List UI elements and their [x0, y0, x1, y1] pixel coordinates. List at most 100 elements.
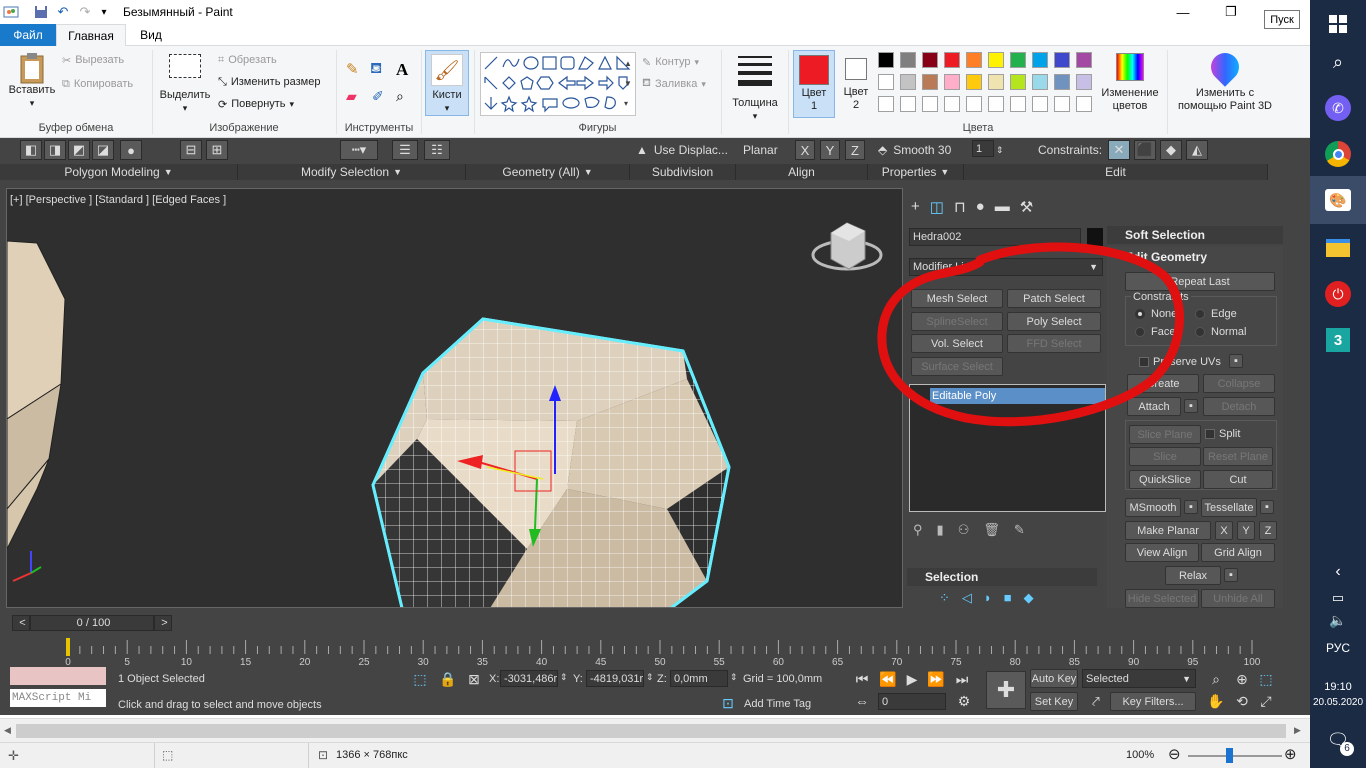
palette-swatch[interactable] — [988, 74, 1004, 90]
split-checkbox[interactable]: Split — [1205, 428, 1240, 440]
perspective-viewport[interactable] — [6, 188, 903, 608]
time-tag-icon[interactable]: ⊡ — [718, 693, 738, 713]
y-coordinate-field[interactable]: -4819,031r — [586, 670, 644, 687]
absolute-mode-icon[interactable]: ⊠ — [464, 669, 484, 689]
align-y-button[interactable]: Y — [820, 140, 840, 160]
panel-edit[interactable]: Edit — [964, 164, 1268, 180]
3dsmax-icon[interactable]: 3 — [1310, 316, 1366, 364]
align-z-button[interactable]: Z — [845, 140, 865, 160]
maxscript-mini-listener[interactable]: MAXScript Mi — [10, 689, 106, 707]
panel-geometry[interactable]: Geometry (All) ▼ — [466, 164, 630, 180]
panel-modify-selection[interactable]: Modify Selection ▼ — [238, 164, 466, 180]
msmooth-button[interactable]: MSmooth — [1125, 498, 1181, 517]
goto-end-icon[interactable]: ⏭ — [952, 669, 972, 689]
detach-button[interactable]: Detach — [1203, 397, 1275, 416]
crop-button[interactable]: ⌗ Обрезать — [218, 50, 277, 70]
tessellate-button[interactable]: Tessellate — [1201, 498, 1257, 517]
scroll-thumb[interactable] — [16, 724, 1286, 738]
zoom-extents-icon[interactable]: ⬚ — [1256, 669, 1276, 689]
time-slider[interactable]: 0 / 100 — [30, 615, 154, 631]
palette-swatch[interactable] — [966, 52, 982, 68]
cut-button[interactable]: ✂ Вырезать — [62, 50, 124, 70]
auto-key-button[interactable]: Auto Key — [1030, 669, 1078, 688]
palette-swatch[interactable] — [1076, 74, 1092, 90]
configure-sets-icon[interactable]: ✎ — [1014, 522, 1025, 542]
make-planar-button[interactable]: Make Planar — [1125, 521, 1211, 540]
minimize-icon[interactable]: — — [1160, 0, 1206, 24]
element-level-icon[interactable]: ◆ — [1024, 590, 1034, 608]
color2-button[interactable]: Цвет 2 — [838, 50, 874, 118]
max-tool-icon[interactable]: ● — [120, 140, 142, 160]
constraint-edge-radio[interactable]: Edge — [1195, 308, 1237, 320]
planar-button[interactable]: Planar — [743, 140, 778, 160]
selection-rollout-header[interactable]: Selection — [907, 568, 1097, 586]
palette-swatch[interactable] — [1032, 74, 1048, 90]
palette-swatch[interactable] — [966, 96, 982, 112]
palette-swatch[interactable] — [944, 52, 960, 68]
search-icon[interactable]: ⌕ — [1310, 38, 1366, 86]
viber-icon[interactable]: ✆ — [1310, 84, 1366, 132]
collapse-button[interactable]: Collapse — [1203, 374, 1275, 393]
constraint-edge-icon[interactable]: ⬛ — [1134, 140, 1156, 160]
unhide-all-button[interactable]: Unhide All — [1201, 589, 1275, 608]
fill-bucket-icon[interactable]: ⛾ — [370, 60, 390, 80]
max-tool-icon[interactable]: ◩ — [68, 140, 90, 160]
fill-button[interactable]: ⛾ Заливка ▾ — [642, 74, 706, 94]
constraint-normal-icon[interactable]: ◭ — [1186, 140, 1208, 160]
palette-swatch[interactable] — [922, 74, 938, 90]
make-unique-icon[interactable]: ⚇ — [958, 522, 970, 542]
use-displace-button[interactable]: ▲ Use Displac... — [636, 140, 728, 160]
quickslice-button[interactable]: QuickSlice — [1129, 470, 1201, 489]
eraser-icon[interactable]: ▰ — [346, 88, 366, 108]
view-align-button[interactable]: View Align — [1125, 543, 1199, 562]
pencil-icon[interactable]: ✎ — [346, 60, 366, 80]
grid-align-button[interactable]: Grid Align — [1201, 543, 1275, 562]
cut-button[interactable]: Cut — [1203, 470, 1273, 489]
color-picker-icon[interactable]: ✐ — [372, 88, 392, 108]
max-tool-icon[interactable]: ☷ — [424, 140, 450, 160]
smooth-spinner-icon[interactable]: ⇕ — [996, 140, 1004, 160]
z-coordinate-field[interactable]: 0,0mm — [670, 670, 728, 687]
palette-swatch[interactable] — [900, 52, 916, 68]
palette-swatch[interactable] — [1032, 52, 1048, 68]
key-mode-icon[interactable]: ⇔ — [852, 691, 872, 711]
tab-view[interactable]: Вид — [128, 24, 174, 46]
viewport-label[interactable]: [+] [Perspective ] [Standard ] [Edged Fa… — [10, 194, 226, 206]
redo-icon[interactable]: ↷ — [76, 3, 94, 21]
palette-swatch[interactable] — [944, 74, 960, 90]
maximize-icon[interactable]: ❐ — [1208, 0, 1254, 24]
palette-swatch[interactable] — [1010, 96, 1026, 112]
panel-align[interactable]: Align — [736, 164, 868, 180]
constraint-face-icon[interactable]: ◆ — [1160, 140, 1182, 160]
max-tool-icon[interactable]: ☰ — [392, 140, 418, 160]
next-key-icon[interactable]: ⏩ — [926, 669, 946, 689]
planar-x-button[interactable]: X — [1215, 521, 1233, 540]
taskbar-clock[interactable]: 19:10 20.05.2020 — [1310, 680, 1366, 710]
reset-plane-button[interactable]: Reset Plane — [1203, 447, 1273, 466]
create-tab-icon[interactable]: + — [911, 198, 920, 220]
tessellate-settings-icon[interactable]: ▪ — [1260, 500, 1274, 514]
display-tab-icon[interactable]: ▬ — [995, 198, 1010, 220]
max-tool-icon[interactable]: ┅▾ — [340, 140, 378, 160]
x-spinner-icon[interactable]: ⇕ — [560, 672, 568, 683]
z-spinner-icon[interactable]: ⇕ — [730, 672, 738, 683]
zoom-out-icon[interactable]: ⊖ — [1168, 745, 1181, 763]
outline-button[interactable]: ✎ Контур ▾ — [642, 52, 699, 72]
msmooth-settings-icon[interactable]: ▪ — [1184, 500, 1198, 514]
hierarchy-tab-icon[interactable]: ⊓ — [954, 198, 966, 220]
palette-swatch[interactable] — [922, 96, 938, 112]
palette-swatch[interactable] — [966, 74, 982, 90]
thickness-button[interactable]: Толщина ▾ — [728, 52, 782, 121]
key-filters-button[interactable]: Key Filters... — [1110, 692, 1196, 711]
text-tool-icon[interactable]: A — [396, 60, 416, 80]
rotate-button[interactable]: ⟳ Повернуть ▾ — [218, 94, 294, 114]
scroll-left-icon[interactable]: ◀ — [4, 725, 11, 736]
relax-button[interactable]: Relax — [1165, 566, 1221, 585]
palette-swatch[interactable] — [900, 96, 916, 112]
panel-polygon-modeling[interactable]: Polygon Modeling ▼ — [0, 164, 238, 180]
panel-subdivision[interactable]: Subdivision — [630, 164, 736, 180]
palette-swatch[interactable] — [878, 52, 894, 68]
set-key-button[interactable]: Set Key — [1030, 692, 1078, 711]
palette-swatch[interactable] — [922, 52, 938, 68]
horizontal-scrollbar[interactable]: ◀ ▶ — [0, 718, 1310, 742]
